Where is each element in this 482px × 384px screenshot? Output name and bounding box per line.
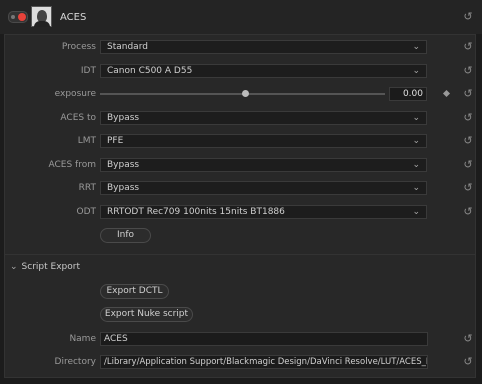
chevron-down-icon: ⌄ (412, 136, 420, 146)
process-label: Process (61, 42, 96, 52)
odt-value: RRTODT Rec709 100nits 15nits BT1886 (107, 207, 285, 217)
chevron-down-icon: ⌄ (412, 66, 420, 76)
chevron-down-icon: ⌄ (412, 42, 420, 52)
directory-reset-icon[interactable]: ↺ (462, 356, 474, 368)
export-dctl-button[interactable]: Export DCTL (100, 284, 169, 299)
rrt-value: Bypass (107, 183, 140, 193)
lmt-label: LMT (77, 136, 96, 146)
directory-field[interactable]: /Library/Application Support/Blackmagic … (100, 355, 428, 369)
directory-label: Directory (54, 357, 96, 367)
process-dropdown[interactable]: Standard ⌄ (100, 40, 427, 54)
chevron-down-icon: ⌄ (412, 113, 420, 123)
thumbnail-shoulders (34, 21, 50, 27)
export-nuke-button[interactable]: Export Nuke script (100, 307, 193, 322)
reset-all-icon[interactable]: ↺ (462, 11, 474, 23)
collapse-arrow-icon: ⌄ (10, 262, 18, 272)
script-export-title: Script Export (21, 262, 80, 272)
aces-from-value: Bypass (107, 160, 140, 170)
aces-to-value: Bypass (107, 113, 140, 123)
name-field[interactable]: ACES (100, 332, 428, 346)
process-reset-icon[interactable]: ↺ (462, 41, 474, 53)
rrt-label: RRT (78, 183, 96, 193)
idt-label: IDT (80, 66, 96, 76)
exposure-label: exposure (54, 89, 96, 99)
aces-from-reset-icon[interactable]: ↺ (462, 159, 474, 171)
idt-dropdown[interactable]: Canon C500 A D55 ⌄ (100, 64, 427, 78)
lmt-value: PFE (107, 136, 124, 146)
lmt-reset-icon[interactable]: ↺ (462, 135, 474, 147)
aces-to-dropdown[interactable]: Bypass ⌄ (100, 111, 427, 125)
aces-from-label: ACES from (48, 160, 97, 170)
toggle-knob (11, 15, 15, 19)
rrt-reset-icon[interactable]: ↺ (462, 182, 474, 194)
plugin-header: ACES ↺ (0, 0, 482, 34)
plugin-thumbnail (31, 6, 52, 27)
exposure-value-field[interactable]: 0.00 (389, 87, 427, 101)
aces-to-label: ACES to (60, 113, 96, 123)
exposure-slider-knob[interactable] (242, 90, 249, 97)
idt-reset-icon[interactable]: ↺ (462, 65, 474, 77)
chevron-down-icon: ⌄ (412, 160, 420, 170)
odt-label: ODT (76, 207, 96, 217)
process-value: Standard (107, 42, 148, 52)
chevron-down-icon: ⌄ (412, 207, 420, 217)
aces-from-dropdown[interactable]: Bypass ⌄ (100, 158, 427, 172)
odt-dropdown[interactable]: RRTODT Rec709 100nits 15nits BT1886 ⌄ (100, 205, 427, 219)
script-export-header[interactable]: ⌄ Script Export (10, 262, 80, 272)
section-divider (4, 254, 476, 255)
name-label: Name (69, 334, 96, 344)
rrt-dropdown[interactable]: Bypass ⌄ (100, 181, 427, 195)
toggle-active-dot (18, 13, 26, 21)
chevron-down-icon: ⌄ (412, 183, 420, 193)
plugin-title: ACES (60, 12, 87, 23)
idt-value: Canon C500 A D55 (107, 66, 193, 76)
enable-toggle[interactable] (8, 11, 28, 23)
aces-to-reset-icon[interactable]: ↺ (462, 112, 474, 124)
info-button[interactable]: Info (100, 228, 151, 243)
odt-reset-icon[interactable]: ↺ (462, 206, 474, 218)
lmt-dropdown[interactable]: PFE ⌄ (100, 134, 427, 148)
exposure-reset-icon[interactable]: ↺ (462, 88, 474, 100)
name-reset-icon[interactable]: ↺ (462, 333, 474, 345)
